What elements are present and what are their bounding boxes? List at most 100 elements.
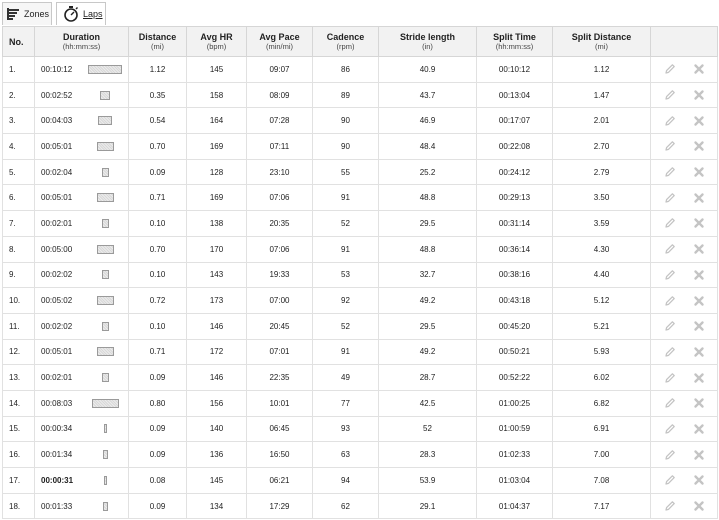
table-row[interactable]: 15. 00:00:34 0.09 140 06:45 93 52 01:00:59 6.91 — [2, 415, 718, 443]
cell-actions — [650, 338, 718, 366]
cell-duration: 00:00:31 — [34, 467, 129, 494]
cell-split-distance: 2.01 — [552, 107, 651, 135]
cell-avg-pace: 07:28 — [246, 107, 313, 135]
cell-avg-hr: 145 — [186, 467, 247, 494]
cell-avg-hr: 172 — [186, 338, 247, 366]
cell-avg-hr: 146 — [186, 364, 247, 391]
edit-pencil-icon[interactable] — [664, 269, 676, 281]
cell-avg-pace: 22:35 — [246, 364, 313, 391]
edit-pencil-icon[interactable] — [664, 500, 676, 512]
cell-no: 16. — [2, 441, 35, 468]
col-header-avg-hr[interactable]: Avg HR (bpm) — [186, 26, 247, 57]
edit-pencil-icon[interactable] — [664, 115, 676, 127]
edit-pencil-icon[interactable] — [664, 89, 676, 101]
col-header-split-distance[interactable]: Split Distance (mi) — [552, 26, 651, 57]
delete-x-icon[interactable] — [693, 140, 705, 152]
cell-avg-pace: 07:01 — [246, 338, 313, 366]
cell-cadence: 55 — [312, 158, 379, 186]
table-row[interactable]: 6. 00:05:01 0.71 169 07:06 91 48.8 00:29:13 3.50 — [2, 184, 718, 212]
col-header-distance[interactable]: Distance (mi) — [128, 26, 187, 57]
edit-pencil-icon[interactable] — [664, 320, 676, 332]
table-row[interactable]: 13. 00:02:01 0.09 146 22:35 49 28.7 00:52:22 6.0… — [2, 364, 718, 391]
table-row[interactable]: 1. 00:10:12 1.12 145 09:07 86 40.9 00:10:12 1.12 — [2, 56, 718, 83]
laps-table-body: 1. 00:10:12 1.12 145 09:07 86 40.9 00:10:12 1.12… — [2, 56, 718, 520]
duration-bar — [96, 141, 114, 151]
delete-x-icon[interactable] — [693, 63, 705, 75]
col-header-no[interactable]: No. — [2, 26, 35, 57]
edit-pencil-icon[interactable] — [664, 474, 676, 486]
cell-cadence: 49 — [312, 364, 379, 391]
table-row[interactable]: 3. 00:04:03 0.54 164 07:28 90 46.9 00:17:07 2.01 — [2, 107, 718, 135]
edit-pencil-icon[interactable] — [664, 372, 676, 384]
cell-stride-length: 49.2 — [378, 287, 477, 314]
table-row[interactable]: 10. 00:05:02 0.72 173 07:00 92 49.2 00:43:18 5.1… — [2, 287, 718, 314]
cell-duration: 00:02:01 — [34, 210, 129, 237]
edit-pencil-icon[interactable] — [664, 166, 676, 178]
table-row[interactable]: 14. 00:08:03 0.80 156 10:01 77 42.5 01:00:25 6.8… — [2, 389, 718, 417]
cell-actions — [650, 441, 718, 468]
table-row[interactable]: 2. 00:02:52 0.35 158 08:09 89 43.7 00:13:04 1.47 — [2, 81, 718, 109]
col-header-stride-length[interactable]: Stride length (in) — [378, 26, 477, 57]
table-row[interactable]: 18. 00:01:33 0.09 134 17:29 62 29.1 01:04:37 7.1… — [2, 492, 718, 520]
cell-duration: 00:01:34 — [34, 441, 129, 468]
delete-x-icon[interactable] — [693, 449, 705, 461]
edit-pencil-icon[interactable] — [664, 449, 676, 461]
cell-actions — [650, 81, 718, 109]
delete-x-icon[interactable] — [693, 474, 705, 486]
delete-x-icon[interactable] — [693, 320, 705, 332]
table-row[interactable]: 16. 00:01:34 0.09 136 16:50 63 28.3 01:02:33 7.0… — [2, 441, 718, 468]
tab-zones-label: Zones — [24, 9, 50, 19]
delete-x-icon[interactable] — [693, 372, 705, 384]
duration-value: 00:02:02 — [41, 270, 73, 280]
duration-bar — [101, 321, 109, 331]
cell-cadence: 62 — [312, 492, 379, 520]
edit-pencil-icon[interactable] — [664, 140, 676, 152]
delete-x-icon[interactable] — [693, 243, 705, 255]
edit-pencil-icon[interactable] — [664, 217, 676, 229]
cell-duration: 00:02:01 — [34, 364, 129, 391]
delete-x-icon[interactable] — [693, 217, 705, 229]
delete-x-icon[interactable] — [693, 115, 705, 127]
tab-laps[interactable]: Laps — [56, 2, 106, 25]
cell-cadence: 91 — [312, 184, 379, 212]
cell-avg-pace: 09:07 — [246, 56, 313, 83]
delete-x-icon[interactable] — [693, 89, 705, 101]
delete-x-icon[interactable] — [693, 346, 705, 358]
table-row[interactable]: 17. 00:00:31 0.08 145 06:21 94 53.9 01:03:04 7.0… — [2, 467, 718, 494]
table-row[interactable]: 11. 00:02:02 0.10 146 20:45 52 29.5 00:45:20 5.2… — [2, 312, 718, 340]
delete-x-icon[interactable] — [693, 423, 705, 435]
cell-split-distance: 7.00 — [552, 441, 651, 468]
table-row[interactable]: 8. 00:05:00 0.70 170 07:06 91 48.8 00:36:14 4.30 — [2, 235, 718, 263]
cell-distance: 0.54 — [128, 107, 187, 135]
col-header-duration[interactable]: Duration (hh:mm:ss) — [34, 26, 129, 57]
table-row[interactable]: 9. 00:02:02 0.10 143 19:33 53 32.7 00:38:16 4.40 — [2, 261, 718, 289]
edit-pencil-icon[interactable] — [664, 346, 676, 358]
cell-duration: 00:04:03 — [34, 107, 129, 135]
edit-pencil-icon[interactable] — [664, 295, 676, 307]
edit-pencil-icon[interactable] — [664, 192, 676, 204]
edit-pencil-icon[interactable] — [664, 63, 676, 75]
edit-pencil-icon[interactable] — [664, 397, 676, 409]
cell-split-distance: 7.17 — [552, 492, 651, 520]
cell-distance: 1.12 — [128, 56, 187, 83]
duration-value: 00:00:34 — [41, 424, 73, 434]
col-header-cadence[interactable]: Cadence (rpm) — [312, 26, 379, 57]
delete-x-icon[interactable] — [693, 500, 705, 512]
edit-pencil-icon[interactable] — [664, 243, 676, 255]
delete-x-icon[interactable] — [693, 192, 705, 204]
col-header-split-time[interactable]: Split Time (hh:mm:ss) — [476, 26, 553, 57]
table-row[interactable]: 12. 00:05:01 0.71 172 07:01 91 49.2 00:50:21 5.9… — [2, 338, 718, 366]
delete-x-icon[interactable] — [693, 269, 705, 281]
cell-no: 3. — [2, 107, 35, 135]
cell-distance: 0.09 — [128, 364, 187, 391]
table-row[interactable]: 4. 00:05:01 0.70 169 07:11 90 48.4 00:22:08 2.70 — [2, 133, 718, 160]
delete-x-icon[interactable] — [693, 166, 705, 178]
delete-x-icon[interactable] — [693, 397, 705, 409]
col-header-avg-pace[interactable]: Avg Pace (min/mi) — [246, 26, 313, 57]
cell-duration: 00:05:01 — [34, 133, 129, 160]
edit-pencil-icon[interactable] — [664, 423, 676, 435]
delete-x-icon[interactable] — [693, 295, 705, 307]
table-row[interactable]: 5. 00:02:04 0.09 128 23:10 55 25.2 00:24:12 2.79 — [2, 158, 718, 186]
tab-zones[interactable]: Zones — [2, 2, 52, 25]
table-row[interactable]: 7. 00:02:01 0.10 138 20:35 52 29.5 00:31:14 3.59 — [2, 210, 718, 237]
